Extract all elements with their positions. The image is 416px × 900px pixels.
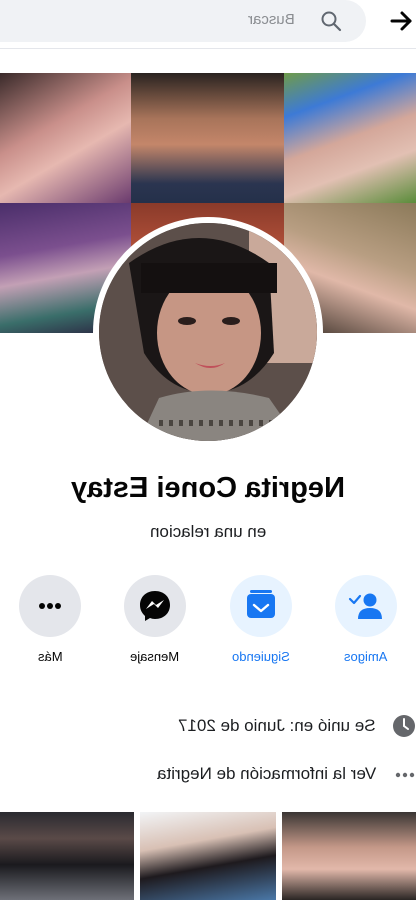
cover-tile (0, 73, 131, 203)
more-icon (39, 603, 61, 609)
message-button[interactable] (124, 575, 186, 637)
photo-thumbnail[interactable] (282, 812, 416, 900)
more-button[interactable] (19, 575, 81, 637)
messenger-icon (140, 591, 170, 621)
following-icon (247, 590, 275, 618)
joined-text: Se unió en: Junio de 2017 (178, 716, 376, 735)
message-label-text: Mensaje (130, 649, 180, 664)
photo-thumbnail[interactable] (0, 812, 134, 900)
more-dots-icon (395, 772, 415, 778)
joined-row: Se unió en: Junio de 2017 (0, 710, 416, 744)
cover-tile (131, 73, 284, 203)
search-placeholder: Buscar (248, 11, 295, 28)
following-label: Siguiendo (211, 649, 311, 664)
search-icon (321, 11, 342, 32)
profile-name-text: Negrita Conei Estay (71, 472, 345, 504)
friends-label-text: Amigos (344, 649, 388, 664)
relationship-status: en una relacion (0, 522, 416, 542)
friends-button[interactable] (335, 575, 397, 637)
following-button[interactable] (230, 575, 292, 637)
top-bar: Buscar (0, 0, 416, 49)
more-label-text: Más (37, 649, 63, 664)
back-arrow-icon[interactable] (388, 6, 416, 36)
avatar[interactable] (99, 223, 317, 441)
avatar-photo (99, 223, 317, 441)
following-label-text: Siguiendo (232, 649, 290, 664)
profile-name: Negrita Conei Estay (0, 472, 416, 505)
clock-icon (393, 715, 415, 737)
photo-thumbnail[interactable] (140, 812, 276, 900)
more-label: Más (0, 649, 100, 664)
see-info-row[interactable]: Ver la información de Negrita (0, 758, 416, 792)
photo-strip (0, 812, 416, 900)
friends-label: Amigos (316, 649, 416, 664)
message-label: Mensaje (105, 649, 205, 664)
see-info-text: Ver la información de Negrita (156, 764, 376, 783)
relationship-status-text: en una relacion (149, 522, 267, 541)
add-friend-icon (348, 593, 382, 619)
search-input[interactable]: Buscar (0, 0, 366, 42)
cover-tile (284, 73, 416, 203)
